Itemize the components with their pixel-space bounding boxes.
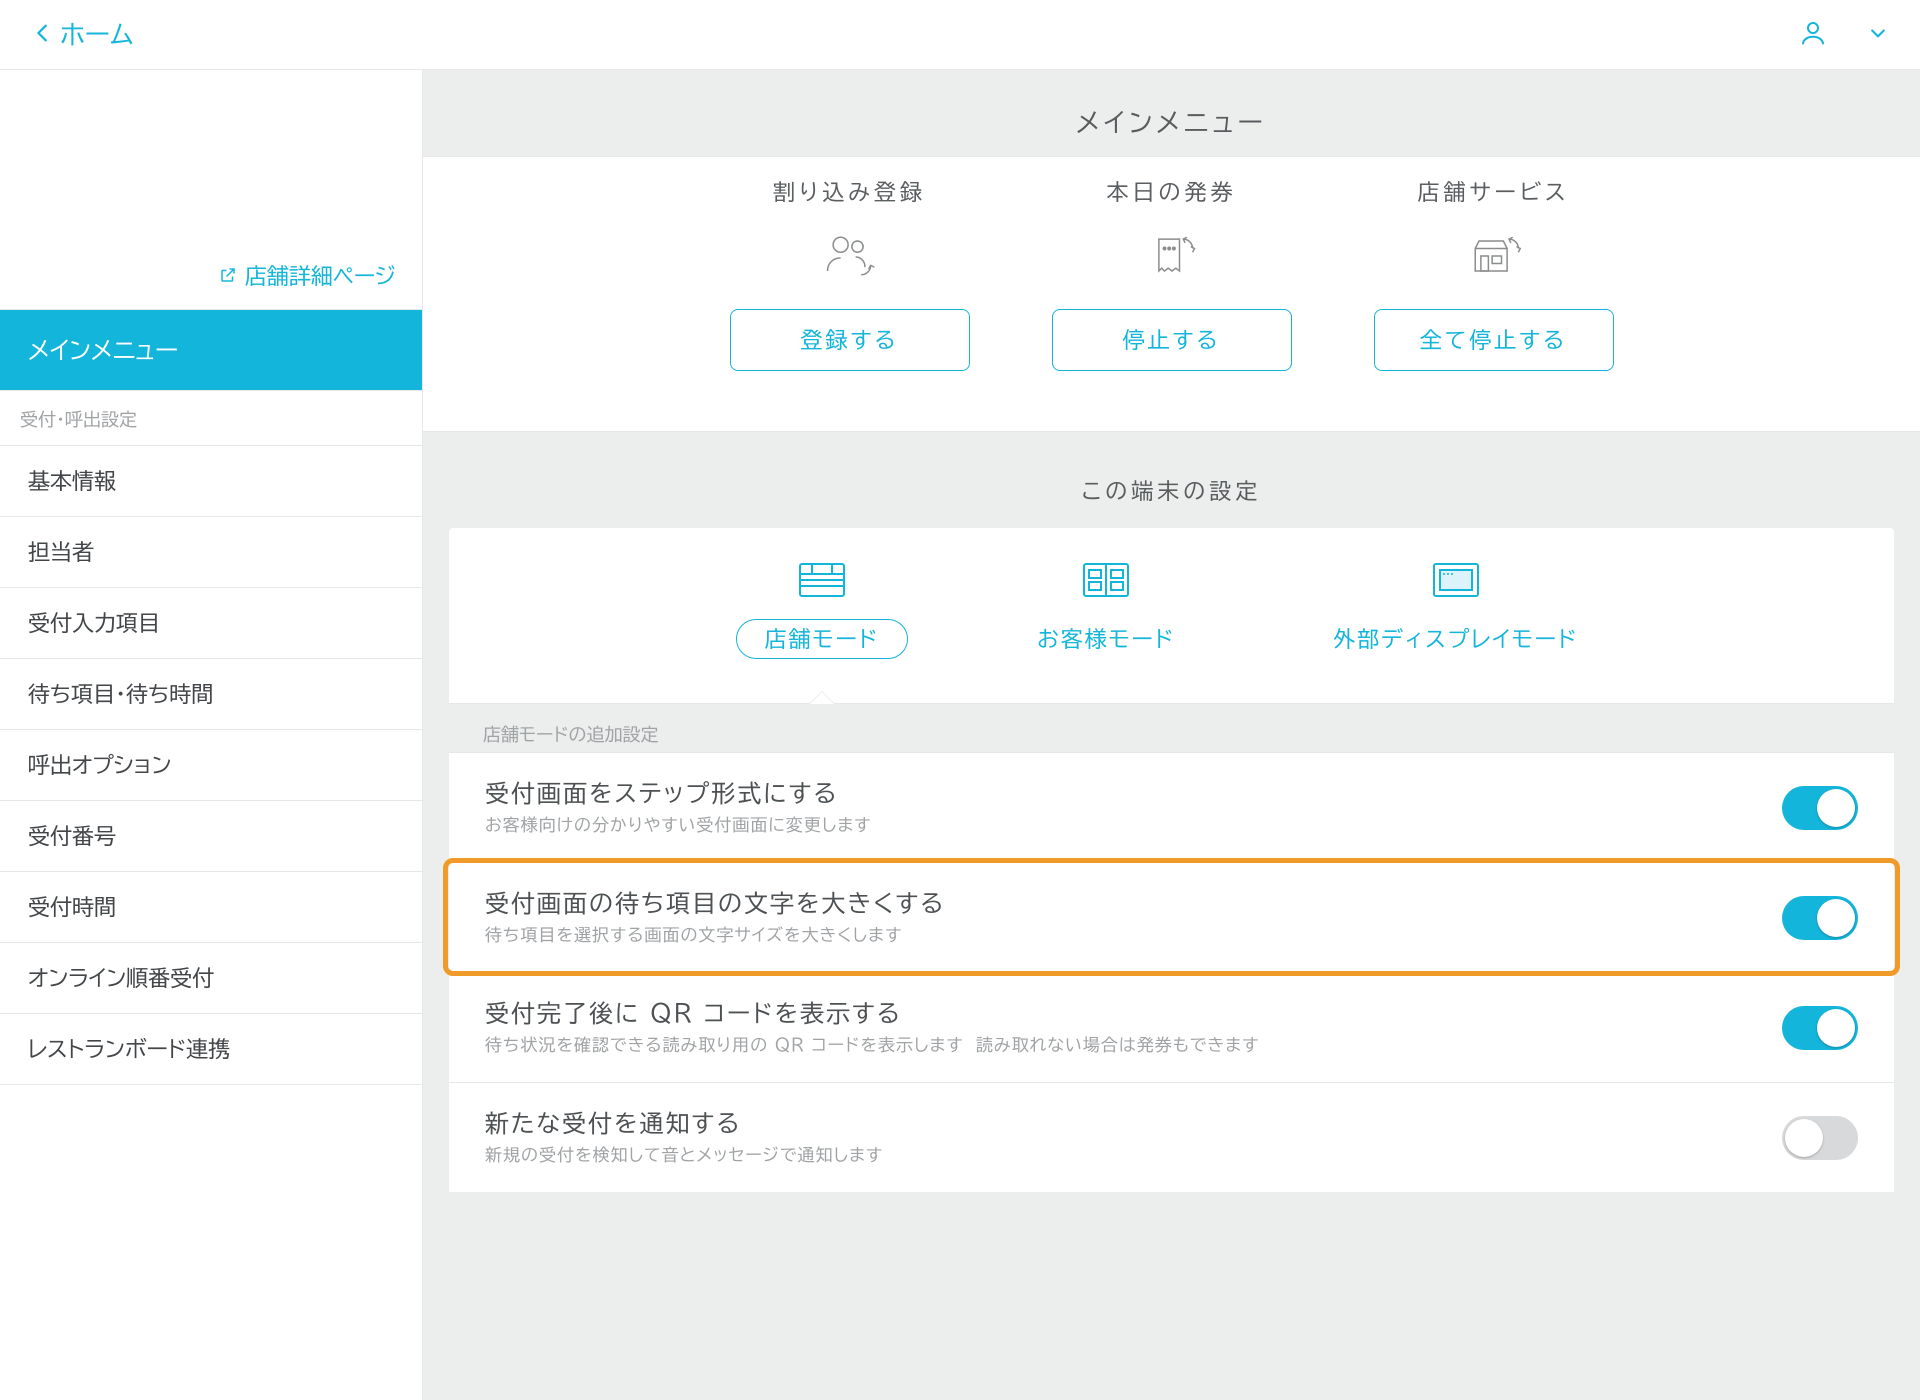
setting-row-qr: 受付完了後に QR コードを表示する 待ち状況を確認できる読み取り用の QR コ… [449, 972, 1894, 1082]
chevron-left-icon [32, 22, 54, 48]
main-menu-title: メインメニュー [423, 70, 1920, 156]
tab-display-mode[interactable]: 外部ディスプレイモード [1304, 562, 1607, 659]
sidebar: 店舗詳細ページ メインメニュー 受付・呼出設定 基本情報 担当者 受付入力項目 … [0, 70, 423, 1400]
sidebar-section-label: 受付・呼出設定 [0, 391, 422, 446]
mode-panel: 店舗モード お客様モード 外部ディスプレイモード 店舗モードの追加設定 [449, 528, 1894, 1192]
setting-row-notify: 新たな受付を通知する 新規の受付を検知して音とメッセージで通知します [449, 1082, 1894, 1192]
user-icon[interactable] [1798, 18, 1828, 51]
mode-subhead: 店舗モードの追加設定 [449, 704, 1894, 752]
toggle-bigtext[interactable] [1782, 896, 1858, 940]
setting-desc: お客様向けの分かりやすい受付画面に変更します [485, 817, 872, 834]
sidebar-item-input[interactable]: 受付入力項目 [0, 588, 422, 659]
receipt-cycle-icon [1142, 221, 1202, 291]
sidebar-item-basic[interactable]: 基本情報 [0, 446, 422, 517]
setting-title: 受付画面をステップ形式にする [485, 781, 872, 805]
content: メインメニュー 割り込み登録 登録する 本日の発券 停止する 店舗サー [423, 70, 1920, 1400]
mode-tabs: 店舗モード お客様モード 外部ディスプレイモード [449, 528, 1894, 704]
external-link-icon [219, 265, 237, 287]
action-label: 割り込み登録 [773, 181, 926, 203]
action-card-interrupt: 割り込み登録 登録する [720, 181, 980, 371]
sidebar-item-staff[interactable]: 担当者 [0, 517, 422, 588]
mode-display-icon [1432, 562, 1480, 601]
action-row: 割り込み登録 登録する 本日の発券 停止する 店舗サービス 全 [423, 156, 1920, 432]
setting-title: 新たな受付を通知する [485, 1111, 883, 1135]
mode-label: 店舗モード [736, 619, 909, 659]
action-card-service: 店舗サービス 全て停止する [1364, 181, 1624, 371]
user-controls [1798, 18, 1888, 51]
setting-list: 受付画面をステップ形式にする お客様向けの分かりやすい受付画面に変更します 受付… [449, 752, 1894, 1192]
toggle-step[interactable] [1782, 786, 1858, 830]
mode-store-icon [798, 562, 846, 601]
setting-text: 受付画面をステップ形式にする お客様向けの分かりやすい受付画面に変更します [485, 781, 872, 834]
setting-row-bigtext: 受付画面の待ち項目の文字を大きくする 待ち項目を選択する画面の文字サイズを大きく… [449, 862, 1894, 972]
sidebar-item-mainmenu[interactable]: メインメニュー [0, 310, 422, 391]
setting-desc: 新規の受付を検知して音とメッセージで通知します [485, 1147, 883, 1164]
sidebar-item-time[interactable]: 受付時間 [0, 872, 422, 943]
stop-button[interactable]: 停止する [1052, 309, 1292, 371]
setting-title: 受付完了後に QR コードを表示する [485, 1001, 1259, 1025]
terminal-title: この端末の設定 [423, 432, 1920, 528]
mode-customer-icon [1082, 562, 1130, 601]
people-cycle-icon [820, 221, 880, 291]
setting-text: 新たな受付を通知する 新規の受付を検知して音とメッセージで通知します [485, 1111, 883, 1164]
toggle-notify[interactable] [1782, 1116, 1858, 1160]
mode-label: お客様モード [1008, 619, 1204, 659]
setting-row-step: 受付画面をステップ形式にする お客様向けの分かりやすい受付画面に変更します [449, 752, 1894, 862]
shop-detail-label: 店舗詳細ページ [245, 265, 396, 287]
topbar: ホーム [0, 0, 1920, 70]
sidebar-header-area: 店舗詳細ページ [0, 70, 422, 310]
toggle-qr[interactable] [1782, 1006, 1858, 1050]
stop-all-button[interactable]: 全て停止する [1374, 309, 1614, 371]
setting-desc: 待ち項目を選択する画面の文字サイズを大きくします [485, 927, 945, 944]
active-tab-pointer [810, 692, 834, 704]
setting-title: 受付画面の待ち項目の文字を大きくする [485, 891, 945, 915]
setting-desc: 待ち状況を確認できる読み取り用の QR コードを表示します 読み取れない場合は発… [485, 1037, 1259, 1054]
sidebar-item-call[interactable]: 呼出オプション [0, 730, 422, 801]
chevron-down-icon[interactable] [1868, 23, 1888, 46]
sidebar-item-wait[interactable]: 待ち項目・待ち時間 [0, 659, 422, 730]
back-button[interactable]: ホーム [32, 22, 133, 48]
shop-detail-link[interactable]: 店舗詳細ページ [219, 265, 396, 287]
setting-text: 受付完了後に QR コードを表示する 待ち状況を確認できる読み取り用の QR コ… [485, 1001, 1259, 1054]
tab-customer-mode[interactable]: お客様モード [1008, 562, 1204, 659]
register-button[interactable]: 登録する [730, 309, 970, 371]
setting-text: 受付画面の待ち項目の文字を大きくする 待ち項目を選択する画面の文字サイズを大きく… [485, 891, 945, 944]
sidebar-item-online[interactable]: オンライン順番受付 [0, 943, 422, 1014]
sidebar-item-restboard[interactable]: レストランボード連携 [0, 1014, 422, 1085]
sidebar-item-number[interactable]: 受付番号 [0, 801, 422, 872]
action-card-ticket: 本日の発券 停止する [1042, 181, 1302, 371]
mode-label: 外部ディスプレイモード [1304, 619, 1607, 659]
action-label: 本日の発券 [1107, 181, 1237, 203]
action-label: 店舗サービス [1417, 181, 1569, 203]
tab-store-mode[interactable]: 店舗モード [736, 562, 909, 659]
store-cycle-icon [1464, 221, 1524, 291]
back-label: ホーム [60, 22, 133, 48]
